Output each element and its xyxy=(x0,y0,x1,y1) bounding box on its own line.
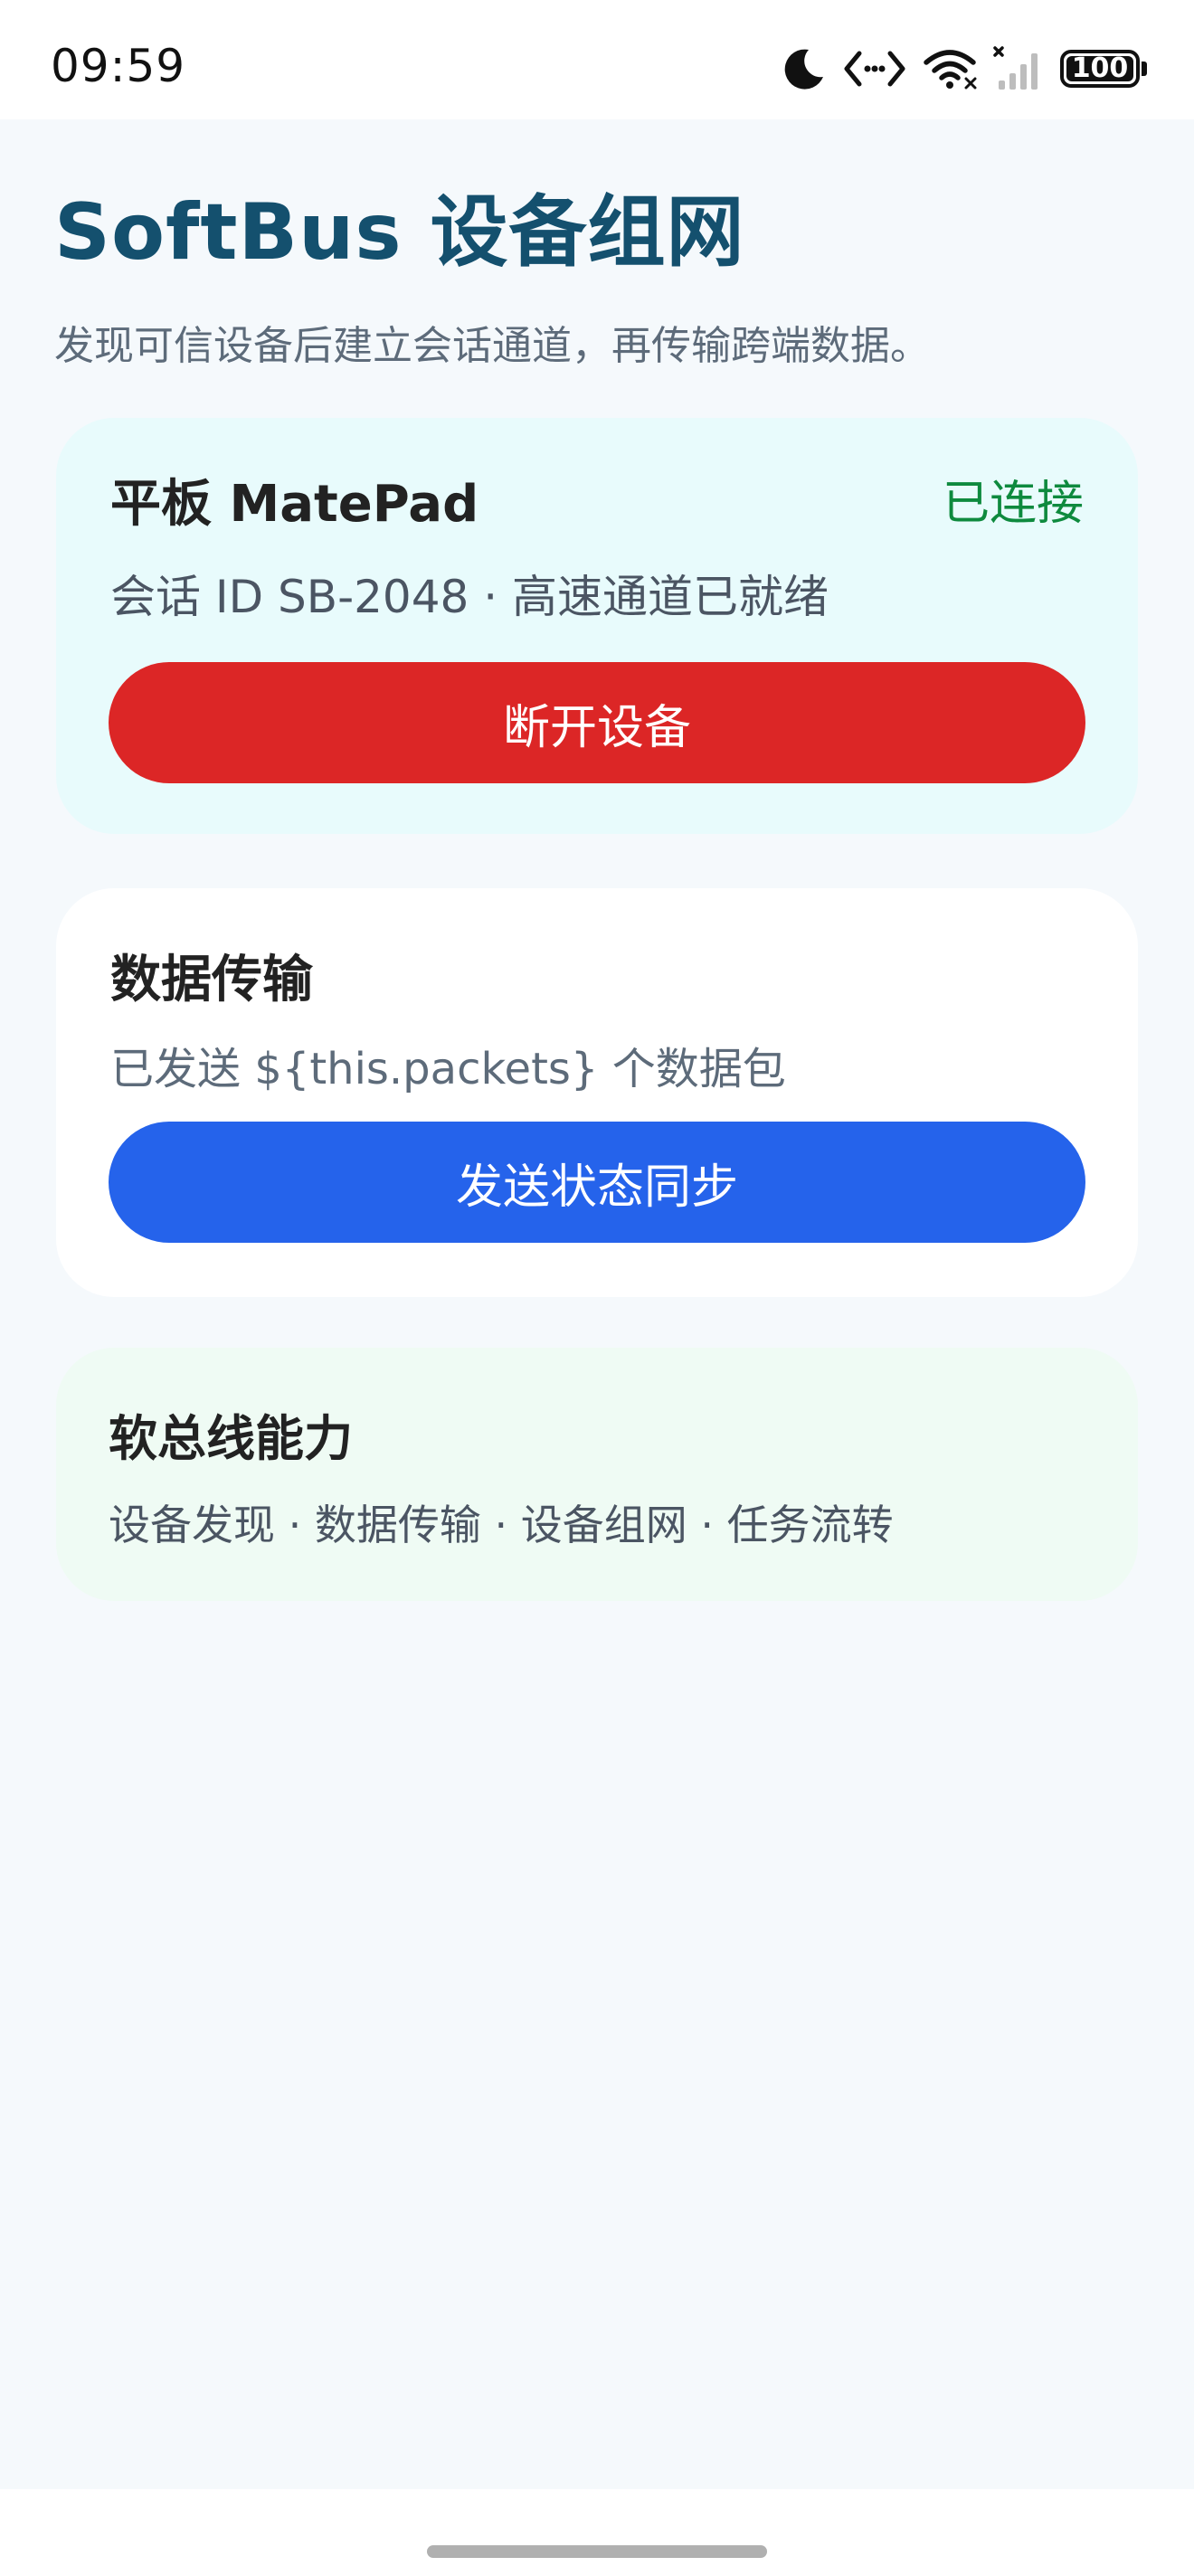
device-card: 平板 MatePad 已连接 会话 ID SB-2048 · 高速通道已就绪 断… xyxy=(56,418,1138,834)
signal-no-sim-icon xyxy=(993,46,1044,91)
data-transfer-title: 数据传输 xyxy=(110,951,313,1009)
code-arrows-icon xyxy=(843,48,906,90)
wifi-icon xyxy=(923,48,977,90)
navigation-bar xyxy=(0,2489,1194,2576)
softbus-capability-card: 软总线能力 设备发现 · 数据传输 · 设备组网 · 任务流转 xyxy=(56,1348,1138,1601)
session-info: 会话 ID SB-2048 · 高速通道已就绪 xyxy=(110,571,829,623)
status-bar: 09:59 100 xyxy=(0,0,1194,119)
capability-title: 软总线能力 xyxy=(109,1410,353,1467)
disconnect-device-button[interactable]: 断开设备 xyxy=(109,662,1085,783)
data-transfer-card: 数据传输 已发送 ${this.packets} 个数据包 发送状态同步 xyxy=(56,888,1138,1297)
device-name: 平板 MatePad xyxy=(110,475,479,534)
battery-icon: 100 xyxy=(1060,50,1147,88)
page-subtitle: 发现可信设备后建立会话通道，再传输跨端数据。 xyxy=(54,323,930,369)
capability-list: 设备发现 · 数据传输 · 设备组网 · 任务流转 xyxy=(109,1501,894,1549)
moon-icon xyxy=(782,46,827,91)
page-title: SoftBus 设备组网 xyxy=(54,187,745,278)
send-status-sync-button[interactable]: 发送状态同步 xyxy=(109,1122,1085,1243)
packets-sent-count: 已发送 ${this.packets} 个数据包 xyxy=(110,1044,786,1094)
connection-status: 已连接 xyxy=(942,477,1084,531)
status-icons: 100 xyxy=(782,42,1147,96)
app-screen: 09:59 100 SoftBus 设备组网 发现可信设备后建立会话通道，再传输… xyxy=(0,0,1194,2576)
home-indicator[interactable] xyxy=(427,2545,767,2558)
battery-level: 100 xyxy=(1071,52,1129,84)
status-time: 09:59 xyxy=(51,40,186,92)
